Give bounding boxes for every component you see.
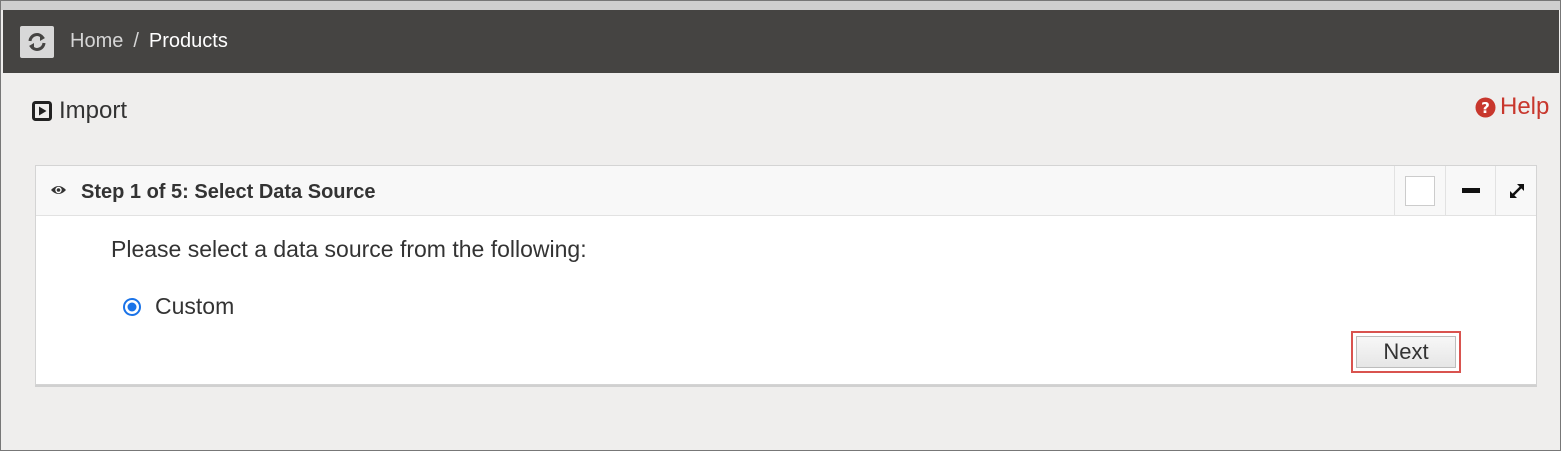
panel-title: Step 1 of 5: Select Data Source [81,181,376,203]
refresh-icon[interactable] [20,26,54,58]
option-custom-label: Custom [155,293,235,319]
expand-icon [1509,183,1524,198]
blank-box [1405,175,1435,206]
expand-button[interactable] [1495,166,1537,215]
radio-button-selected[interactable] [123,297,141,316]
minimize-icon [1462,187,1480,193]
help-label: Help [1500,93,1550,120]
app-window: Home / Products Import ? Help Step 1 of 5:… [0,0,1561,451]
question-circle-icon: ? [1475,97,1496,117]
help-link[interactable]: ? Help [1475,93,1549,121]
page-title-text: Import [59,97,128,124]
minimize-button[interactable] [1445,166,1496,215]
breadcrumb: Home / Products [70,30,228,53]
panel-blank-button[interactable] [1394,166,1445,215]
page-title: Import [32,97,127,125]
eye-icon [51,186,66,194]
data-source-prompt: Please select a data source from the fol… [111,236,587,262]
next-button[interactable]: Next [1356,336,1456,368]
top-strip [1,1,1560,10]
wizard-panel: Step 1 of 5: Select Data Source Please s… [35,165,1537,385]
breadcrumb-home[interactable]: Home [70,30,123,52]
svg-text:?: ? [1481,99,1490,117]
breadcrumb-separator: / [133,30,139,52]
breadcrumb-current: Products [148,30,228,52]
navbar: Home / Products [3,10,1559,73]
next-button-highlight: Next [1351,331,1461,373]
option-custom[interactable]: Custom [123,293,234,320]
play-square-icon [32,101,52,121]
panel-header: Step 1 of 5: Select Data Source [36,166,1536,216]
